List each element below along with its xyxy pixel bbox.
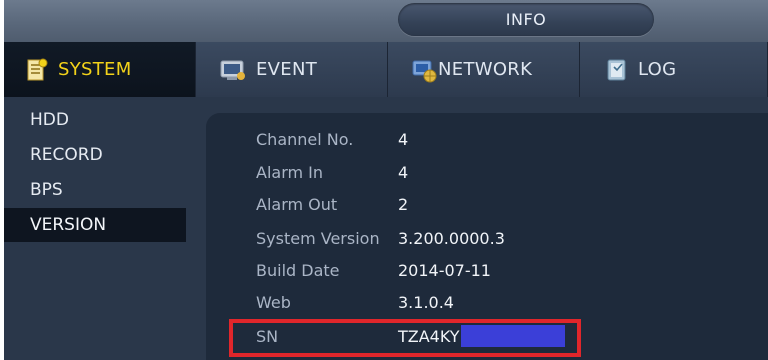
- sidebar-item-record[interactable]: RECORD: [4, 138, 186, 172]
- info-label: Web: [256, 293, 291, 312]
- tab-label: LOG: [638, 59, 677, 80]
- tab-log[interactable]: LOG: [580, 42, 768, 97]
- sn-highlight-box: [229, 319, 581, 357]
- sidebar-item-version[interactable]: VERSION: [4, 208, 186, 242]
- network-globe-icon: [412, 57, 438, 83]
- event-monitor-icon: [220, 59, 246, 81]
- info-value: 4: [398, 130, 409, 149]
- info-label: Alarm In: [256, 163, 324, 182]
- sidebar-item-hdd[interactable]: HDD: [4, 103, 186, 137]
- info-value: 2014-07-11: [398, 261, 491, 280]
- top-bar: INFO: [4, 0, 768, 42]
- tab-label: NETWORK: [438, 59, 533, 80]
- info-label: System Version: [256, 229, 380, 248]
- tab-network[interactable]: NETWORK: [388, 42, 580, 97]
- tab-event[interactable]: EVENT: [196, 42, 388, 97]
- dvr-info-screen: INFO SYSTEM EVENT NETWORK LOG HDD RECORD…: [0, 0, 768, 360]
- info-label: Alarm Out: [256, 195, 338, 214]
- page-title: INFO: [398, 3, 654, 36]
- tab-label: SYSTEM: [58, 59, 132, 80]
- main-tabs: SYSTEM EVENT NETWORK LOG: [4, 42, 768, 97]
- info-value: 3.1.0.4: [398, 293, 454, 312]
- info-label: Channel No.: [256, 130, 354, 149]
- info-label: Build Date: [256, 261, 340, 280]
- sidebar: HDD RECORD BPS VERSION: [4, 97, 194, 360]
- log-book-icon: [606, 58, 628, 82]
- tab-label: EVENT: [256, 59, 318, 80]
- sidebar-item-bps[interactable]: BPS: [4, 173, 186, 207]
- system-doc-icon: [26, 58, 48, 82]
- info-value: 4: [398, 163, 409, 182]
- info-value: 3.200.0000.3: [398, 229, 505, 248]
- tab-system[interactable]: SYSTEM: [4, 42, 196, 97]
- info-value: 2: [398, 195, 409, 214]
